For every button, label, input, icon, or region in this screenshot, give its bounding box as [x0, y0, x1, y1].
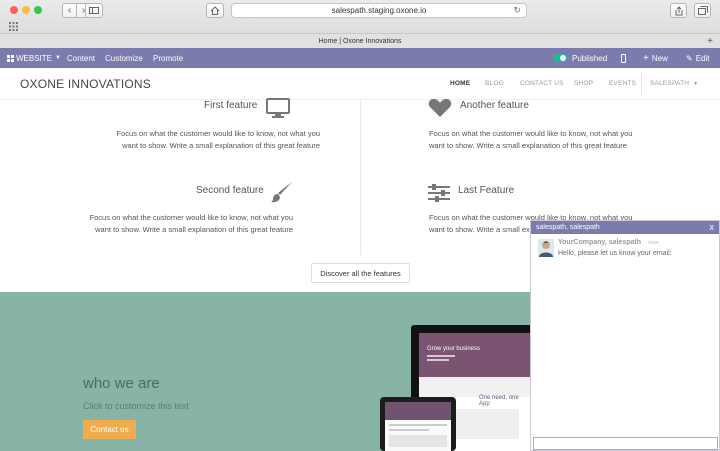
- mockup-text-line: [389, 429, 429, 431]
- brand-logo[interactable]: OXONE INNOVATIONS: [20, 77, 151, 91]
- mockup-stats-strip: [419, 377, 530, 397]
- content-menu[interactable]: Content: [67, 48, 95, 68]
- nav-contact-us[interactable]: CONTACT US: [520, 80, 564, 87]
- nav-shop[interactable]: SHOP: [574, 80, 593, 87]
- heart-icon: [428, 98, 452, 117]
- active-tab-title[interactable]: Home | Oxone Innovations: [319, 38, 402, 45]
- mockup-text-line: [389, 424, 447, 426]
- nav-blog[interactable]: BLOG: [485, 80, 504, 87]
- tab-bar: Home | Oxone Innovations +: [0, 33, 720, 48]
- feature-title: Another feature: [460, 100, 529, 111]
- nav-divider: [641, 72, 642, 96]
- tabs-overview-button[interactable]: [694, 3, 711, 18]
- new-button[interactable]: + New: [643, 48, 668, 68]
- chevron-left-icon: ‹: [67, 5, 72, 16]
- feature-description: Focus on what the customer would like to…: [89, 213, 293, 234]
- pencil-icon: ✎: [686, 53, 693, 63]
- grid-apps-icon[interactable]: [9, 22, 18, 31]
- promote-menu[interactable]: Promote: [153, 48, 183, 68]
- chat-message-meta: YourCompany, salespath - now: [558, 239, 658, 246]
- sidebar-icon: [89, 7, 99, 14]
- home-button[interactable]: [206, 3, 224, 18]
- about-subtitle: Click to customize this text: [83, 401, 190, 411]
- edit-button[interactable]: ✎ Edit: [686, 48, 710, 68]
- new-tab-button[interactable]: +: [707, 36, 713, 47]
- home-icon: [210, 6, 220, 15]
- close-window-button[interactable]: [10, 6, 18, 14]
- chat-title: salespath, salespath: [536, 224, 600, 231]
- published-toggle[interactable]: Published: [553, 48, 607, 68]
- customize-menu-label: Customize: [105, 53, 143, 63]
- minimize-window-button[interactable]: [22, 6, 30, 14]
- chat-close-button[interactable]: x: [710, 222, 715, 232]
- website-menu[interactable]: WEBSITE ▼: [7, 48, 61, 68]
- sidebar-toggle-button[interactable]: [85, 3, 103, 18]
- content-menu-label: Content: [67, 53, 96, 63]
- plus-icon: +: [643, 52, 649, 64]
- nav-home[interactable]: HOME: [450, 80, 470, 87]
- feature-description: Focus on what the customer would like to…: [116, 129, 320, 150]
- tablet-mockup-screen: [385, 402, 451, 451]
- person-avatar-icon: [539, 241, 553, 257]
- tabs-icon: [697, 6, 708, 15]
- browser-chrome: ‹ › salespath.staging.oxone.io ↻ Home | …: [0, 0, 720, 48]
- chat-message-input[interactable]: [533, 437, 718, 450]
- chat-timestamp: - now: [644, 240, 659, 246]
- site-header: OXONE INNOVATIONS HOME BLOG CONTACT US S…: [0, 68, 720, 100]
- feature-title: First feature: [204, 100, 258, 111]
- share-icon: [675, 5, 682, 15]
- feature-description: Focus on what the customer would like to…: [429, 129, 633, 150]
- features-divider: [360, 100, 361, 255]
- mockup-tagline: One need, one App: [479, 395, 519, 407]
- about-title: who we are: [83, 375, 160, 392]
- website-menu-label: WEBSITE: [16, 53, 53, 63]
- back-button[interactable]: ‹: [62, 3, 77, 18]
- share-button[interactable]: [670, 3, 687, 18]
- mockup-headline: Grow your business: [427, 346, 481, 352]
- mockup-text-line: [427, 355, 455, 357]
- monitor-icon: [266, 98, 290, 118]
- maximize-window-button[interactable]: [34, 6, 42, 14]
- sliders-icon: [428, 184, 450, 202]
- feature-title: Last Feature: [458, 185, 515, 196]
- paint-brush-icon: [271, 182, 292, 203]
- chat-header[interactable]: salespath, salespath x: [531, 221, 719, 234]
- user-menu-label: SALESPATH: [650, 80, 690, 87]
- grid-icon: [7, 54, 14, 62]
- tablet-mockup-banner: [385, 402, 451, 420]
- promote-menu-label: Promote: [153, 53, 184, 63]
- live-chat-window: salespath, salespath x YourCompany, sale…: [530, 220, 720, 451]
- edit-label: Edit: [695, 53, 710, 63]
- user-menu[interactable]: SALESPATH ▼: [650, 80, 698, 87]
- address-bar[interactable]: salespath.staging.oxone.io ↻: [231, 3, 527, 18]
- mobile-preview-button[interactable]: [621, 48, 626, 68]
- mobile-icon: [621, 53, 626, 63]
- feature-title: Second feature: [196, 185, 264, 196]
- new-label: New: [651, 53, 668, 63]
- url-text: salespath.staging.oxone.io: [331, 6, 427, 15]
- contact-us-button[interactable]: Contact us: [83, 420, 136, 439]
- published-label: Published: [572, 53, 608, 63]
- chat-message-text: Hello, please let us know your email:: [558, 250, 672, 257]
- website-editor-bar: WEBSITE ▼ Content Customize Promote Publ…: [0, 48, 720, 68]
- discover-features-button[interactable]: Discover all the features: [311, 263, 410, 283]
- mockup-text-line: [427, 359, 449, 361]
- mockup-content-block: [389, 435, 447, 447]
- customize-menu[interactable]: Customize: [105, 48, 143, 68]
- nav-events[interactable]: EVENTS: [609, 80, 636, 87]
- reload-icon[interactable]: ↻: [513, 5, 521, 16]
- chat-author: YourCompany, salespath: [558, 239, 641, 246]
- caret-down-icon: ▼: [693, 81, 699, 87]
- toggle-switch[interactable]: [553, 54, 567, 62]
- operator-avatar: [538, 239, 554, 257]
- caret-down-icon: ▼: [55, 55, 61, 61]
